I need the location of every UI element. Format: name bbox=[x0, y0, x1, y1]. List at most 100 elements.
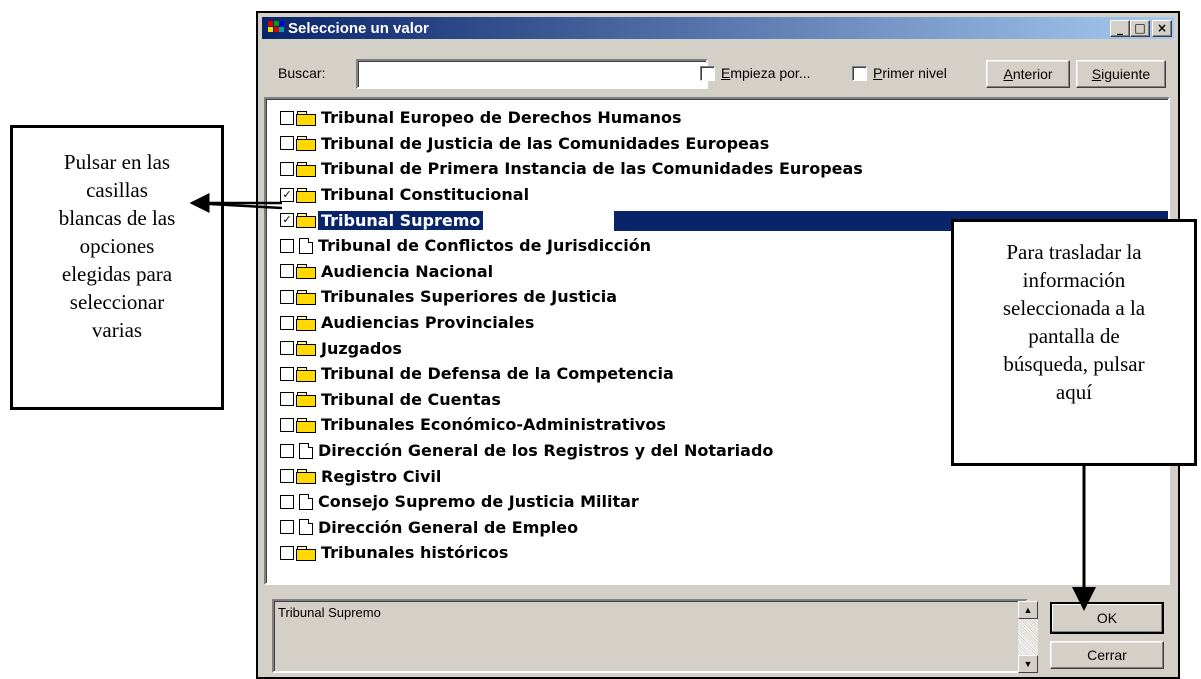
folder-icon bbox=[296, 289, 316, 305]
tree-item-label: Audiencia Nacional bbox=[321, 261, 494, 281]
ok-button[interactable]: OK bbox=[1050, 602, 1164, 634]
maximize-button[interactable]: □ bbox=[1130, 19, 1150, 37]
folder-icon bbox=[296, 392, 316, 408]
document-icon bbox=[299, 237, 313, 254]
folder-icon bbox=[296, 136, 316, 152]
folder-icon bbox=[296, 264, 316, 280]
tree-item-label: Tribunal Constitucional bbox=[321, 185, 530, 205]
close-button[interactable]: × bbox=[1152, 19, 1172, 37]
tree-item[interactable]: Consejo Supremo de Justicia Militar bbox=[266, 489, 1168, 515]
left-callout-line: elegidas para bbox=[61, 262, 173, 286]
checkbox[interactable] bbox=[280, 238, 294, 253]
tree-item-label: Tribunal de Cuentas bbox=[321, 389, 501, 409]
checked-checkbox[interactable]: ✓ bbox=[280, 213, 294, 228]
checkbox[interactable] bbox=[280, 366, 294, 381]
scroll-up-button[interactable]: ▲ bbox=[1018, 601, 1038, 619]
left-callout-line: opciones bbox=[79, 234, 155, 258]
close-dialog-button[interactable]: Cerrar bbox=[1050, 641, 1164, 669]
starts-with-box[interactable] bbox=[700, 65, 715, 81]
right-callout-line: aquí bbox=[1055, 380, 1093, 404]
left-callout-line: casillas bbox=[86, 178, 148, 202]
tree-item-label: Dirección General de Empleo bbox=[318, 517, 579, 537]
left-callout: Pulsar en las casillas blancas de las op… bbox=[10, 125, 224, 410]
tree-item[interactable]: Tribunal de Justicia de las Comunidades … bbox=[266, 131, 1168, 157]
scroll-down-button[interactable]: ▼ bbox=[1018, 655, 1038, 673]
folder-icon bbox=[296, 417, 316, 433]
checkbox[interactable] bbox=[280, 264, 294, 279]
tree-item-label: Audiencias Provinciales bbox=[321, 313, 535, 333]
search-row: Buscar: Empieza por... Primer nivel Ante… bbox=[258, 57, 1178, 89]
checkbox[interactable] bbox=[280, 417, 294, 432]
tree-item-label: Tribunal Supremo bbox=[318, 210, 484, 230]
tree-item-label: Tribunales Económico-Administrativos bbox=[321, 415, 666, 435]
folder-icon bbox=[296, 366, 316, 382]
tree-item[interactable]: Tribunales históricos bbox=[266, 540, 1168, 566]
tree-item-label: Tribunales Superiores de Justicia bbox=[321, 287, 618, 307]
folder-icon bbox=[296, 213, 316, 229]
tree-item-label: Tribunales históricos bbox=[321, 543, 509, 563]
checkbox[interactable] bbox=[280, 392, 294, 407]
tree-item-label: Consejo Supremo de Justicia Militar bbox=[318, 492, 639, 512]
checked-checkbox[interactable]: ✓ bbox=[280, 187, 294, 202]
starts-with-checkbox[interactable]: Empieza por... bbox=[700, 65, 811, 81]
checkbox[interactable] bbox=[280, 494, 294, 509]
minimize-button[interactable]: _ bbox=[1110, 19, 1130, 37]
selected-values-area[interactable]: Tribunal Supremo bbox=[272, 599, 1028, 673]
title-bar[interactable]: Seleccione un valor _ □ × bbox=[262, 17, 1174, 39]
tree-item-label: Registro Civil bbox=[321, 466, 442, 486]
tree-item[interactable]: Tribunal de Primera Instancia de las Com… bbox=[266, 156, 1168, 182]
checkbox[interactable] bbox=[280, 110, 294, 125]
right-callout-line: Para trasladar la bbox=[1006, 240, 1142, 264]
tree-item[interactable]: Dirección General de Empleo bbox=[266, 515, 1168, 541]
tree-item-label: Juzgados bbox=[321, 338, 402, 358]
window-title: Seleccione un valor bbox=[288, 19, 429, 37]
tree-item[interactable]: Registro Civil bbox=[266, 463, 1168, 489]
folder-icon bbox=[296, 545, 316, 561]
folder-icon bbox=[296, 110, 316, 126]
checkbox[interactable] bbox=[280, 289, 294, 304]
folder-icon bbox=[296, 187, 316, 203]
document-icon bbox=[299, 519, 313, 536]
document-icon bbox=[299, 442, 313, 459]
tree-item-label: Tribunal de Defensa de la Competencia bbox=[321, 364, 674, 384]
search-label: Buscar: bbox=[278, 65, 326, 81]
right-callout-line: pantalla de bbox=[1028, 324, 1120, 348]
tree-item-label: Dirección General de los Registros y del… bbox=[318, 441, 774, 461]
checkbox[interactable] bbox=[280, 443, 294, 458]
right-callout-line: información bbox=[1022, 268, 1126, 292]
search-input[interactable] bbox=[356, 59, 708, 89]
checkbox[interactable] bbox=[280, 341, 294, 356]
checkbox[interactable] bbox=[280, 520, 294, 535]
next-button[interactable]: Siguiente bbox=[1076, 60, 1166, 88]
first-level-label: Primer nivel bbox=[873, 65, 947, 81]
right-callout-line: búsqueda, pulsar bbox=[1003, 352, 1145, 376]
left-callout-line: varias bbox=[91, 318, 143, 342]
folder-icon bbox=[296, 161, 316, 177]
previous-button[interactable]: Anterior bbox=[986, 60, 1070, 88]
app-icon bbox=[268, 21, 284, 35]
checkbox[interactable] bbox=[280, 315, 294, 330]
right-callout-line: seleccionada a la bbox=[1002, 296, 1146, 320]
tree-item-label: Tribunal Europeo de Derechos Humanos bbox=[321, 108, 682, 128]
tree-item-label: Tribunal de Conflictos de Jurisdicción bbox=[318, 236, 652, 256]
folder-icon bbox=[296, 469, 316, 485]
checkbox[interactable] bbox=[280, 469, 294, 484]
tree-item[interactable]: ✓ Tribunal Constitucional bbox=[266, 182, 1168, 208]
checkbox[interactable] bbox=[280, 136, 294, 151]
document-icon bbox=[299, 493, 313, 510]
checkbox[interactable] bbox=[280, 545, 294, 560]
right-callout: Para trasladar la información selecciona… bbox=[951, 219, 1197, 466]
left-callout-line: blancas de las bbox=[58, 206, 176, 230]
tree-item[interactable]: Tribunal Europeo de Derechos Humanos bbox=[266, 105, 1168, 131]
tree-item-label: Tribunal de Primera Instancia de las Com… bbox=[321, 159, 863, 179]
tree-item-label: Tribunal de Justicia de las Comunidades … bbox=[321, 133, 770, 153]
starts-with-label: Empieza por... bbox=[721, 65, 811, 81]
first-level-checkbox[interactable]: Primer nivel bbox=[852, 65, 947, 81]
selected-values-text: Tribunal Supremo bbox=[278, 605, 381, 620]
left-callout-line: seleccionar bbox=[69, 290, 165, 314]
checkbox[interactable] bbox=[280, 161, 294, 176]
first-level-box[interactable] bbox=[852, 65, 867, 81]
folder-icon bbox=[296, 341, 316, 357]
left-callout-line: Pulsar en las bbox=[63, 150, 171, 174]
folder-icon bbox=[296, 315, 316, 331]
